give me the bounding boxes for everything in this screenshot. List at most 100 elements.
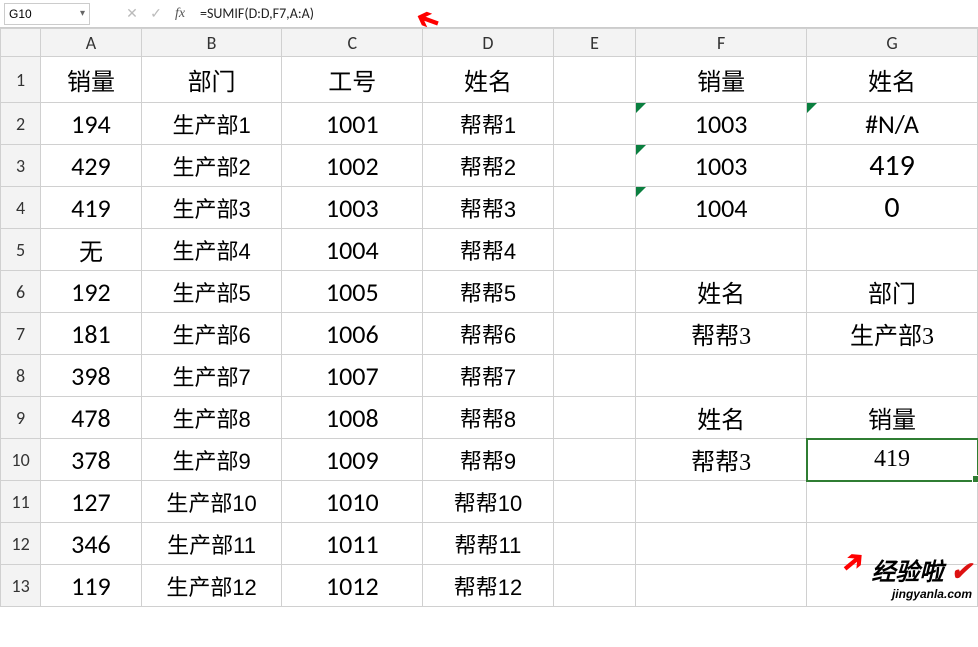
cell[interactable]: 生产部12 [141, 565, 282, 607]
cell[interactable]: 0 [807, 187, 978, 229]
col-header[interactable]: C [282, 29, 423, 57]
cell[interactable]: 工号 [282, 57, 423, 103]
cell[interactable] [553, 57, 635, 103]
name-box-dropdown-icon[interactable]: ▾ [80, 8, 85, 19]
row-header[interactable]: 9 [1, 397, 41, 439]
cell[interactable]: 1005 [282, 271, 423, 313]
formula-input[interactable]: =SUMIF(D:D,F7,A:A) [200, 5, 314, 22]
cell[interactable]: 生产部2 [141, 145, 282, 187]
row-header[interactable]: 5 [1, 229, 41, 271]
cell[interactable]: 生产部4 [141, 229, 282, 271]
cell[interactable]: 生产部11 [141, 523, 282, 565]
cell[interactable] [636, 565, 807, 607]
cell[interactable]: 1009 [282, 439, 423, 481]
cell[interactable] [807, 481, 978, 523]
cell[interactable]: 姓名 [636, 397, 807, 439]
col-header[interactable]: D [423, 29, 554, 57]
cell[interactable]: 1010 [282, 481, 423, 523]
row-header[interactable]: 10 [1, 439, 41, 481]
grid[interactable]: A B C D E F G 1销量部门工号姓名销量姓名2194生产部11001帮… [0, 28, 978, 607]
name-box[interactable]: G10 ▾ [4, 3, 90, 25]
col-header[interactable]: F [636, 29, 807, 57]
cell[interactable]: 1003 [282, 187, 423, 229]
cell[interactable]: 1004 [636, 187, 807, 229]
cell[interactable]: 销量 [41, 57, 142, 103]
cell[interactable]: 帮帮3 [636, 313, 807, 355]
cell[interactable]: 1006 [282, 313, 423, 355]
cell[interactable]: 1007 [282, 355, 423, 397]
cell[interactable]: 生产部3 [141, 187, 282, 229]
cell[interactable]: 478 [41, 397, 142, 439]
cell[interactable]: 生产部5 [141, 271, 282, 313]
cell[interactable] [553, 187, 635, 229]
col-header[interactable]: B [141, 29, 282, 57]
cell[interactable]: 姓名 [636, 271, 807, 313]
cell[interactable]: 192 [41, 271, 142, 313]
cell[interactable]: 销量 [807, 397, 978, 439]
cell[interactable]: 346 [41, 523, 142, 565]
cell[interactable] [553, 523, 635, 565]
cell[interactable]: 生产部10 [141, 481, 282, 523]
cell[interactable]: 帮帮2 [423, 145, 554, 187]
confirm-icon[interactable]: ✓ [144, 5, 168, 22]
cell[interactable]: #N/A [807, 103, 978, 145]
cell[interactable] [553, 229, 635, 271]
cell[interactable] [553, 355, 635, 397]
row-header[interactable]: 2 [1, 103, 41, 145]
cell[interactable]: 1008 [282, 397, 423, 439]
cell[interactable]: 帮帮4 [423, 229, 554, 271]
cell[interactable] [553, 145, 635, 187]
cell[interactable]: 帮帮9 [423, 439, 554, 481]
cell[interactable] [807, 229, 978, 271]
cell[interactable]: 生产部7 [141, 355, 282, 397]
cell[interactable] [807, 565, 978, 607]
cell[interactable] [636, 523, 807, 565]
row-header[interactable]: 12 [1, 523, 41, 565]
cell[interactable]: 1004 [282, 229, 423, 271]
cell[interactable]: 生产部1 [141, 103, 282, 145]
cell[interactable] [636, 481, 807, 523]
cell[interactable]: 1012 [282, 565, 423, 607]
cell[interactable] [553, 313, 635, 355]
cancel-icon[interactable]: ✕ [120, 5, 144, 22]
select-all-corner[interactable] [1, 29, 41, 57]
cell[interactable]: 姓名 [423, 57, 554, 103]
cell[interactable]: 销量 [636, 57, 807, 103]
col-header[interactable]: G [807, 29, 978, 57]
cell[interactable]: 398 [41, 355, 142, 397]
cell[interactable]: 生产部3 [807, 313, 978, 355]
cell[interactable]: 帮帮7 [423, 355, 554, 397]
cell[interactable]: 部门 [807, 271, 978, 313]
cell[interactable]: 1003 [636, 103, 807, 145]
cell[interactable]: 帮帮11 [423, 523, 554, 565]
cell[interactable]: 帮帮3 [636, 439, 807, 481]
cell[interactable]: 姓名 [807, 57, 978, 103]
col-header[interactable]: E [553, 29, 635, 57]
row-header[interactable]: 11 [1, 481, 41, 523]
cell[interactable]: 419 [807, 439, 978, 481]
fx-icon[interactable]: fx [168, 6, 192, 22]
row-header[interactable]: 7 [1, 313, 41, 355]
cell[interactable]: 帮帮3 [423, 187, 554, 229]
col-header[interactable]: A [41, 29, 142, 57]
cell[interactable]: 帮帮10 [423, 481, 554, 523]
row-header[interactable]: 1 [1, 57, 41, 103]
cell[interactable]: 429 [41, 145, 142, 187]
cell[interactable] [636, 355, 807, 397]
row-header[interactable]: 13 [1, 565, 41, 607]
cell[interactable] [807, 355, 978, 397]
row-header[interactable]: 6 [1, 271, 41, 313]
cell[interactable] [553, 397, 635, 439]
cell[interactable] [553, 271, 635, 313]
row-header[interactable]: 4 [1, 187, 41, 229]
cell[interactable]: 119 [41, 565, 142, 607]
cell[interactable]: 部门 [141, 57, 282, 103]
cell[interactable] [636, 229, 807, 271]
cell[interactable]: 378 [41, 439, 142, 481]
cell[interactable]: 帮帮6 [423, 313, 554, 355]
cell[interactable]: 194 [41, 103, 142, 145]
cell[interactable]: 419 [41, 187, 142, 229]
cell[interactable]: 帮帮8 [423, 397, 554, 439]
cell[interactable]: 无 [41, 229, 142, 271]
cell[interactable]: 1003 [636, 145, 807, 187]
